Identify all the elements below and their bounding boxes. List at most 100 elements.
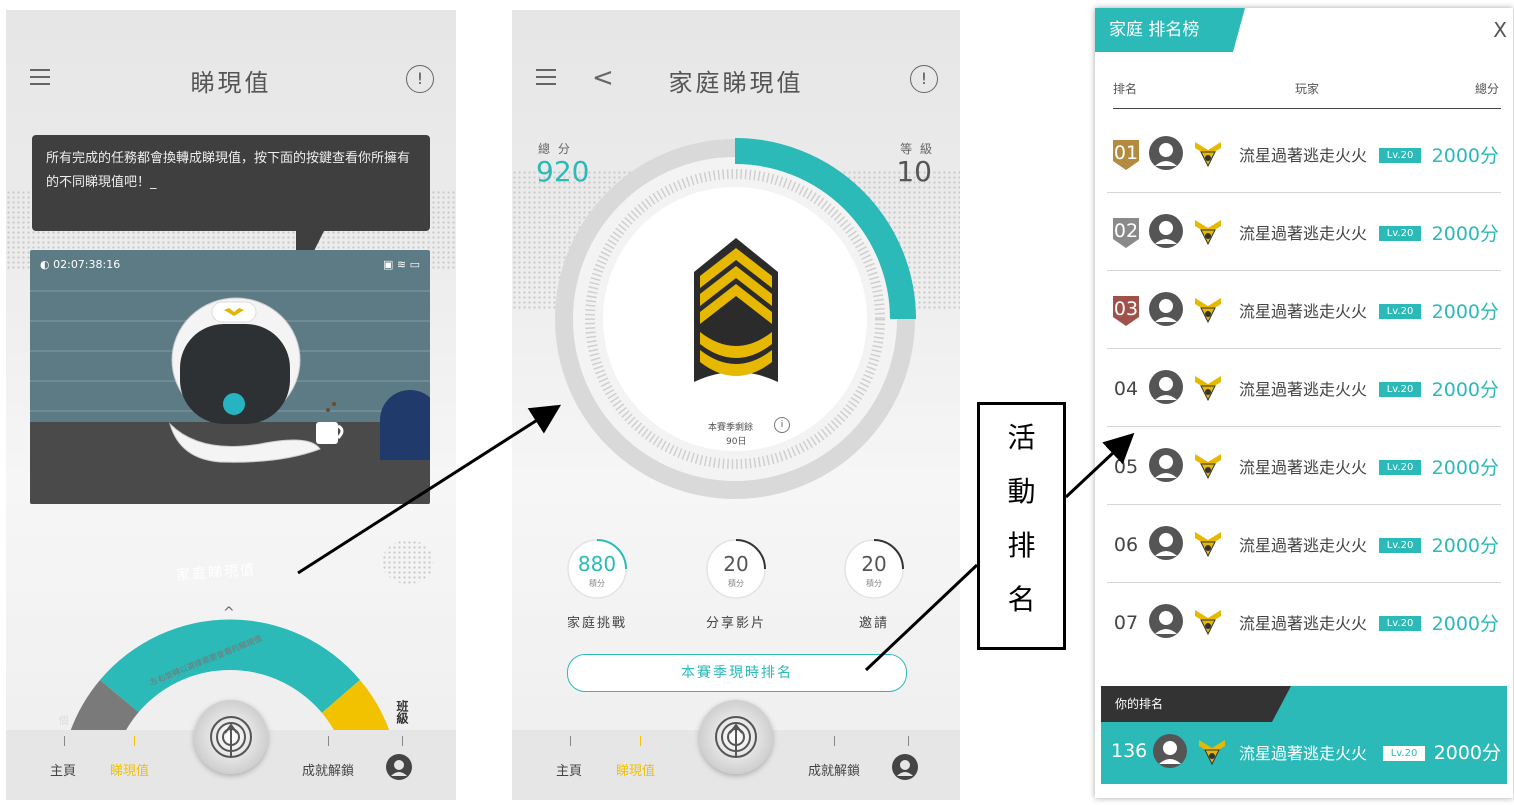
leaderboard-row[interactable]: 01 流星過著逃走火火 Lv.20 2000分 bbox=[1107, 114, 1501, 193]
my-score: 2000分 bbox=[1433, 742, 1501, 764]
player-name: 流星過著逃走火火 bbox=[1239, 458, 1368, 477]
leaderboard-title: 家庭 排名榜 bbox=[1095, 8, 1245, 52]
chevron-up-icon[interactable]: ^ bbox=[223, 605, 235, 621]
rank-number: 04 bbox=[1113, 378, 1139, 400]
rank-chevron-icon bbox=[1195, 532, 1221, 558]
callout-char: 活 bbox=[1007, 421, 1036, 454]
rank-number: 07 bbox=[1113, 612, 1139, 634]
stat-value: 880 bbox=[577, 552, 617, 576]
nav-achievements[interactable]: 成就解鎖 bbox=[808, 760, 860, 779]
player-score: 2000分 bbox=[1431, 457, 1499, 479]
stat-label: 家庭挑戰 bbox=[566, 616, 627, 631]
rank-chevron-icon bbox=[1195, 298, 1221, 324]
nav-achievements[interactable]: 成就解鎖 bbox=[302, 760, 354, 779]
player-avatar-icon bbox=[1149, 370, 1183, 404]
status-icons: ▣ ≋ ▭ bbox=[383, 258, 420, 271]
dial-personal-label[interactable]: 個 bbox=[54, 715, 69, 725]
info-icon[interactable]: ! bbox=[406, 65, 434, 93]
profile-avatar-icon[interactable] bbox=[386, 754, 412, 780]
close-icon[interactable]: X bbox=[1493, 18, 1507, 42]
sofa bbox=[380, 390, 430, 460]
callout-char: 排 bbox=[1007, 529, 1036, 562]
rank-chevron-icon bbox=[1195, 142, 1221, 168]
my-rank-number: 136 bbox=[1111, 740, 1148, 762]
stat-label: 分享影片 bbox=[705, 616, 766, 631]
player-name: 流星過著逃走火火 bbox=[1239, 614, 1368, 633]
player-name: 流星過著逃走火火 bbox=[1239, 302, 1368, 321]
player-level: Lv.20 bbox=[1379, 538, 1421, 553]
player-level: Lv.20 bbox=[1379, 382, 1421, 397]
season-ranking-button[interactable]: 本賽季現時排名 bbox=[567, 654, 907, 692]
player-score: 2000分 bbox=[1431, 613, 1499, 635]
rank-chevron-icon bbox=[1195, 454, 1221, 480]
player-score: 2000分 bbox=[1431, 145, 1499, 167]
screen-leaderboard: 家庭 排名榜 X 排名 玩家 總分 01 流星過著逃走火火 Lv.20 2000… bbox=[1095, 8, 1513, 798]
leaderboard-row[interactable]: 04 流星過著逃走火火 Lv.20 2000分 bbox=[1107, 348, 1501, 427]
stat-invite[interactable]: 20 積分 邀請 bbox=[839, 538, 909, 631]
bottom-nav: 主頁 睇現值 成就解鎖 bbox=[6, 700, 456, 800]
player-avatar-icon bbox=[1149, 604, 1183, 638]
top-bar: < 家庭睇現值 ! bbox=[512, 55, 960, 105]
player-avatar-icon bbox=[1149, 526, 1183, 560]
callout-char: 名 bbox=[1007, 583, 1036, 616]
leaderboard-row[interactable]: 02 流星過著逃走火火 Lv.20 2000分 bbox=[1107, 192, 1501, 271]
rank-number: 05 bbox=[1113, 456, 1139, 478]
stat-family-challenge[interactable]: 880 積分 家庭挑戰 bbox=[562, 538, 632, 631]
player-level: Lv.20 bbox=[1379, 148, 1421, 163]
leaderboard-row[interactable]: 05 流星過著逃走火火 Lv.20 2000分 bbox=[1107, 426, 1501, 505]
header-rank: 排名 bbox=[1113, 82, 1138, 96]
sergeant-rank-icon bbox=[694, 238, 778, 382]
leaderboard-row[interactable]: 07 流星過著逃走火火 Lv.20 2000分 bbox=[1107, 582, 1501, 660]
rank-chevron-icon bbox=[1195, 220, 1221, 246]
player-name: 流星過著逃走火火 bbox=[1239, 224, 1368, 243]
player-score: 2000分 bbox=[1431, 535, 1499, 557]
my-rank-panel[interactable]: 你的排名 136 流星過著逃走火火 Lv.20 2000分 bbox=[1101, 686, 1507, 784]
nav-home[interactable]: 主頁 bbox=[50, 760, 76, 779]
nav-value[interactable]: 睇現值 bbox=[110, 760, 149, 779]
dial-class-label[interactable]: 班級 bbox=[394, 700, 411, 724]
leaderboard-row[interactable]: 06 流星過著逃走火火 Lv.20 2000分 bbox=[1107, 504, 1501, 583]
info-icon[interactable]: ! bbox=[910, 65, 938, 93]
player-name: 流星過著逃走火火 bbox=[1239, 146, 1368, 165]
player-score: 2000分 bbox=[1431, 301, 1499, 323]
season-days: 90日 bbox=[726, 437, 747, 447]
fingerprint-icon bbox=[715, 716, 757, 758]
player-level: Lv.20 bbox=[1379, 226, 1421, 241]
player-level: Lv.20 bbox=[1379, 304, 1421, 319]
player-name: 流星過著逃走火火 bbox=[1239, 380, 1368, 399]
fingerprint-button[interactable] bbox=[699, 700, 773, 774]
player-level: Lv.20 bbox=[1379, 616, 1421, 631]
leaderboard-row[interactable]: 03 流星過著逃走火火 Lv.20 2000分 bbox=[1107, 270, 1501, 349]
nav-home[interactable]: 主頁 bbox=[556, 760, 582, 779]
video-time: 02:07:38:16 bbox=[53, 258, 121, 271]
fingerprint-button[interactable] bbox=[194, 700, 268, 774]
header-player: 玩家 bbox=[1295, 82, 1320, 96]
stat-share-video[interactable]: 20 積分 分享影片 bbox=[701, 538, 771, 631]
my-level: Lv.20 bbox=[1383, 746, 1425, 761]
stat-value: 20 bbox=[723, 552, 749, 576]
player-level: Lv.20 bbox=[1379, 460, 1421, 475]
header-score: 總分 bbox=[1474, 82, 1499, 96]
mascot-video[interactable]: ◐ 02:07:38:16 ▣ ≋ ▭ bbox=[30, 250, 430, 504]
rank-chevron-icon bbox=[1195, 376, 1221, 402]
rank-number: 02 bbox=[1113, 218, 1139, 248]
coffee-cup-icon bbox=[316, 402, 344, 444]
stat-label: 邀請 bbox=[858, 616, 889, 631]
rank-number: 01 bbox=[1113, 140, 1139, 170]
stat-value: 20 bbox=[861, 552, 887, 576]
nav-value[interactable]: 睇現值 bbox=[616, 760, 655, 779]
rank-chevron-icon bbox=[1195, 610, 1221, 636]
season-info-icon[interactable]: i bbox=[774, 417, 790, 433]
tooltip-bubble: 所有完成的任務都會換轉成睇現值，按下面的按鍵查看你所擁有的不同睇現值吧！_ bbox=[32, 135, 430, 231]
activity-ranking-callout: 活 動 排 名 bbox=[977, 402, 1066, 650]
profile-avatar-icon[interactable] bbox=[892, 754, 918, 780]
video-status-bar: ◐ 02:07:38:16 ▣ ≋ ▭ bbox=[40, 258, 420, 274]
my-name: 流星過著逃走火火 bbox=[1239, 744, 1368, 763]
screen-family-value: < 家庭睇現值 ! 總 分 920 等 級 10 本賽季剩餘 i 90日 880… bbox=[512, 10, 960, 800]
top-bar: 睇現值 ! bbox=[6, 55, 456, 105]
player-avatar-icon bbox=[1149, 214, 1183, 248]
rank-chevron-icon bbox=[1199, 740, 1225, 766]
stat-unit: 積分 bbox=[728, 579, 744, 588]
dot-cluster bbox=[382, 540, 434, 584]
header-divider bbox=[1113, 108, 1501, 109]
